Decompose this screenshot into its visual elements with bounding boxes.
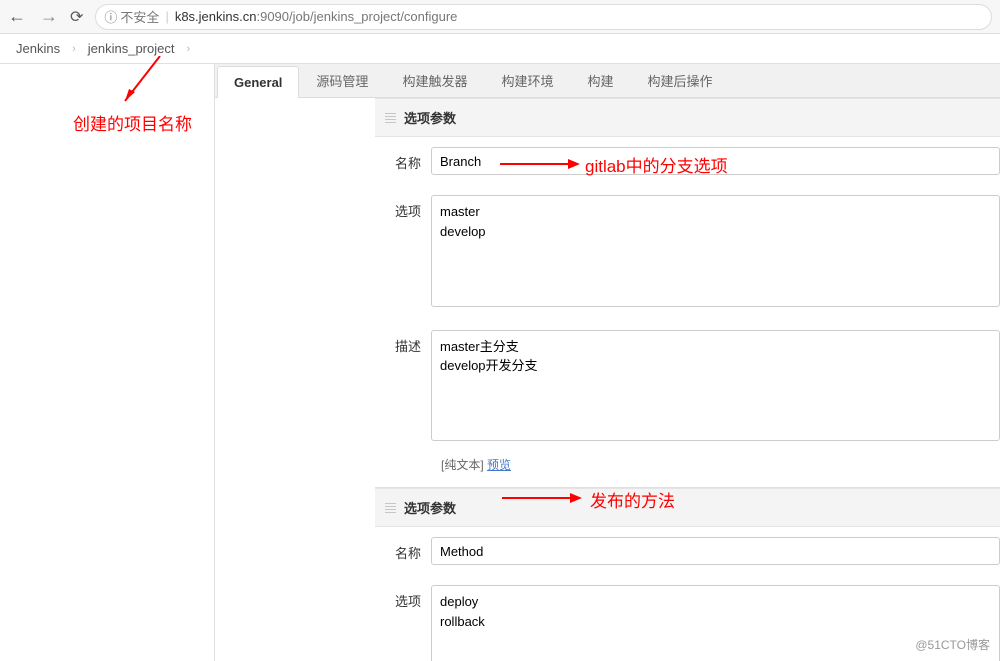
drag-handle-icon[interactable] bbox=[385, 502, 396, 513]
hint-row: [纯文本] 预览 bbox=[375, 454, 1000, 479]
insecure-label: 不安全 bbox=[120, 7, 159, 26]
config-panel: General 源码管理 构建触发器 构建环境 构建 构建后操作 选项参数 名称 bbox=[214, 64, 1000, 661]
breadcrumb-project[interactable]: jenkins_project bbox=[82, 41, 181, 56]
param-section-1: 选项参数 名称 选项 描述 [纯文本] 预览 bbox=[375, 98, 1000, 488]
section-header[interactable]: 选项参数 bbox=[375, 98, 1000, 137]
chevron-right-icon: › bbox=[180, 43, 196, 55]
section-header[interactable]: 选项参数 bbox=[375, 488, 1000, 527]
info-icon: ⓘ bbox=[104, 7, 117, 26]
label-choices: 选项 bbox=[385, 195, 431, 220]
browser-toolbar: ← → ⟳ ⓘ 不安全 | k8s.jenkins.cn:9090/job/je… bbox=[0, 0, 1000, 34]
label-name: 名称 bbox=[385, 147, 431, 172]
param1-choices-input[interactable] bbox=[431, 195, 1000, 307]
param2-name-input[interactable] bbox=[431, 537, 1000, 565]
watermark: @51CTO博客 bbox=[915, 636, 990, 653]
nav-arrows: ← → bbox=[8, 6, 58, 27]
breadcrumb: Jenkins › jenkins_project › bbox=[0, 34, 1000, 64]
tab-env[interactable]: 构建环境 bbox=[484, 62, 570, 98]
separator: | bbox=[165, 9, 168, 24]
url-text: k8s.jenkins.cn:9090/job/jenkins_project/… bbox=[175, 9, 458, 24]
label-desc: 描述 bbox=[385, 330, 431, 355]
tab-scm[interactable]: 源码管理 bbox=[299, 62, 385, 98]
tab-build[interactable]: 构建 bbox=[570, 62, 630, 98]
left-panel bbox=[0, 64, 214, 661]
forward-button: → bbox=[40, 6, 58, 27]
chevron-right-icon: › bbox=[66, 43, 82, 55]
preview-link[interactable]: 预览 bbox=[487, 458, 511, 472]
param1-name-input[interactable] bbox=[431, 147, 1000, 175]
section-title: 选项参数 bbox=[404, 498, 456, 517]
section-title: 选项参数 bbox=[404, 108, 456, 127]
insecure-badge: ⓘ 不安全 bbox=[104, 7, 159, 26]
label-choices: 选项 bbox=[385, 585, 431, 610]
param1-desc-input[interactable] bbox=[431, 330, 1000, 442]
main-area: General 源码管理 构建触发器 构建环境 构建 构建后操作 选项参数 名称 bbox=[0, 64, 1000, 661]
content: 选项参数 名称 选项 描述 [纯文本] 预览 bbox=[215, 98, 1000, 661]
back-button[interactable]: ← bbox=[8, 6, 26, 27]
tab-triggers[interactable]: 构建触发器 bbox=[385, 62, 484, 98]
tab-post[interactable]: 构建后操作 bbox=[630, 62, 729, 98]
tab-general[interactable]: General bbox=[217, 66, 299, 98]
param-section-2: 选项参数 名称 选项 描述 bbox=[375, 488, 1000, 661]
tabs: General 源码管理 构建触发器 构建环境 构建 构建后操作 bbox=[215, 64, 1000, 98]
url-bar[interactable]: ⓘ 不安全 | k8s.jenkins.cn:9090/job/jenkins_… bbox=[95, 4, 992, 30]
breadcrumb-root[interactable]: Jenkins bbox=[10, 41, 66, 56]
label-name: 名称 bbox=[385, 537, 431, 562]
plain-text-label: [纯文本] bbox=[441, 458, 484, 472]
drag-handle-icon[interactable] bbox=[385, 112, 396, 123]
reload-button[interactable]: ⟳ bbox=[70, 7, 83, 27]
